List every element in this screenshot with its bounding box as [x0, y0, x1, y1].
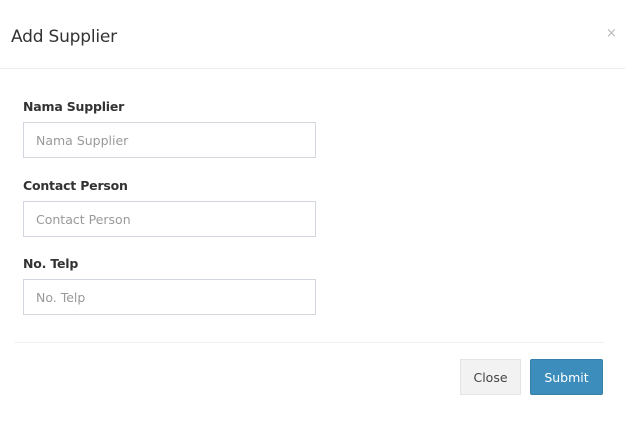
contact-person-label: Contact Person: [23, 178, 128, 193]
form-group-nama-supplier: Nama Supplier: [23, 99, 316, 158]
nama-supplier-input[interactable]: [23, 122, 316, 158]
footer-divider: [14, 342, 604, 343]
modal-header: Add Supplier ×: [0, 0, 625, 69]
close-icon[interactable]: ×: [606, 27, 617, 41]
form-group-no-telp: No. Telp: [23, 256, 316, 315]
no-telp-label: No. Telp: [23, 256, 79, 271]
add-supplier-modal: Add Supplier × Nama Supplier Contact Per…: [0, 0, 625, 421]
close-button[interactable]: Close: [460, 359, 521, 395]
contact-person-input[interactable]: [23, 201, 316, 237]
submit-button[interactable]: Submit: [530, 359, 603, 395]
nama-supplier-label: Nama Supplier: [23, 99, 125, 114]
modal-title: Add Supplier: [11, 27, 117, 47]
form-group-contact-person: Contact Person: [23, 178, 316, 237]
no-telp-input[interactable]: [23, 279, 316, 315]
